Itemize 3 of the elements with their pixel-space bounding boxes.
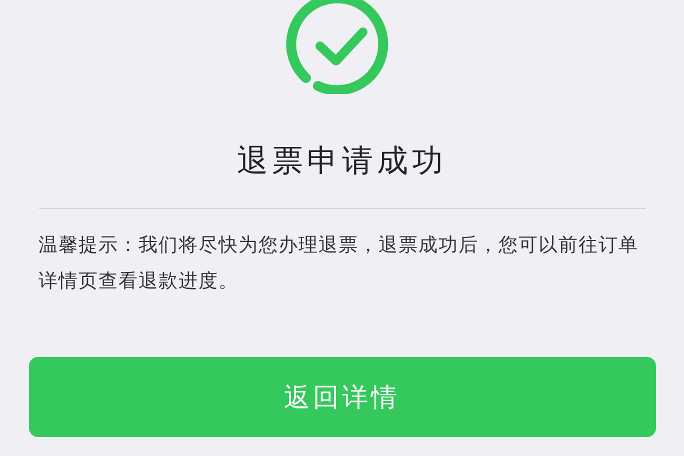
notice-text: 温馨提示：我们将尽快为您办理退票，退票成功后，您可以前往订单详情页查看退款进度。 [38, 233, 640, 294]
result-title: 退票申请成功 [237, 142, 447, 181]
back-to-details-button[interactable]: 返回详情 [28, 357, 656, 437]
